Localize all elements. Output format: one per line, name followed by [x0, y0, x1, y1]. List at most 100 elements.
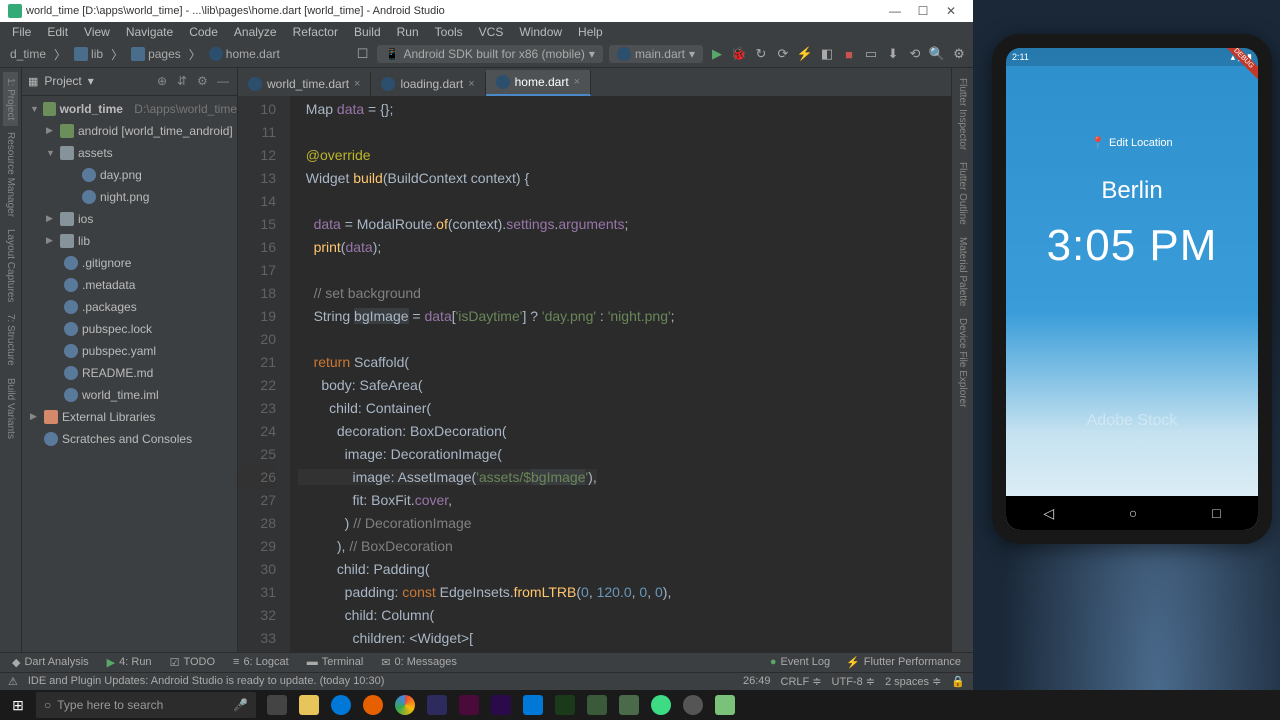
menu-file[interactable]: File	[4, 25, 39, 39]
close-button[interactable]: ✕	[937, 0, 965, 22]
tab-structure[interactable]: 7: Structure	[3, 308, 18, 372]
tree-android[interactable]: ▶android [world_time_android]	[22, 120, 237, 142]
menu-code[interactable]: Code	[181, 25, 226, 39]
task-view-button[interactable]	[262, 690, 292, 720]
home-button[interactable]: ○	[1129, 505, 1137, 521]
menu-analyze[interactable]: Analyze	[226, 25, 285, 39]
search-input[interactable]: ○ Type here to search 🎤	[36, 692, 256, 718]
tab-run[interactable]: ▶4: Run	[99, 656, 160, 669]
tab-home[interactable]: home.dart×	[486, 70, 591, 96]
sync-button[interactable]: ⟲	[907, 46, 923, 62]
stop-button[interactable]: ■	[841, 46, 857, 62]
tab-resource-manager[interactable]: Resource Manager	[3, 126, 18, 223]
profile-button[interactable]: ⟳	[775, 46, 791, 62]
code-editor[interactable]: 1011121314151617181920212223242526272829…	[238, 96, 951, 652]
gear-icon[interactable]: ⚙	[197, 74, 211, 88]
close-icon[interactable]: ×	[468, 78, 474, 90]
tab-flutter-outline[interactable]: Flutter Outline	[955, 156, 970, 231]
breadcrumb-file[interactable]: home.dart	[205, 47, 284, 61]
avd-button[interactable]: ▭	[863, 46, 879, 62]
menu-edit[interactable]: Edit	[39, 25, 76, 39]
tree-ios[interactable]: ▶ios	[22, 208, 237, 230]
debug-button[interactable]: 🐞	[731, 46, 747, 62]
run-config-selector[interactable]: main.dart ▾	[609, 45, 703, 63]
tab-todo[interactable]: ☑TODO	[162, 656, 223, 669]
tree-root[interactable]: ▼world_time D:\apps\world_time	[22, 98, 237, 120]
filter-icon[interactable]: ⚙	[951, 46, 967, 62]
tree-readme[interactable]: README.md	[22, 362, 237, 384]
phone-screen[interactable]: 2:11 ▴ ◢ ▮ 📍 Edit Location Berlin 3:05 P…	[1006, 48, 1258, 530]
project-label[interactable]: Project	[44, 74, 81, 88]
firefox-button[interactable]	[358, 690, 388, 720]
tab-material-palette[interactable]: Material Palette	[955, 231, 970, 312]
recent-button[interactable]: □	[1212, 505, 1220, 521]
coverage-button[interactable]: ↻	[753, 46, 769, 62]
edit-location-button[interactable]: 📍 Edit Location	[1006, 136, 1258, 149]
app-button-3[interactable]	[614, 690, 644, 720]
breadcrumb-root[interactable]: d_time	[6, 47, 50, 61]
tree-pubspec-yaml[interactable]: pubspec.yaml	[22, 340, 237, 362]
tab-world-time[interactable]: world_time.dart×	[238, 72, 371, 96]
breadcrumb-lib[interactable]: lib	[70, 47, 107, 61]
device-selector[interactable]: 📱 Android SDK built for x86 (mobile) ▾	[377, 45, 603, 63]
hot-reload-button[interactable]: ⚡	[797, 46, 813, 62]
xd-button[interactable]	[454, 690, 484, 720]
indent[interactable]: 2 spaces ≑	[885, 675, 941, 688]
tab-flutter-performance[interactable]: ⚡Flutter Performance	[838, 656, 969, 669]
cursor-position[interactable]: 26:49	[743, 675, 771, 688]
menu-vcs[interactable]: VCS	[471, 25, 512, 39]
menu-window[interactable]: Window	[511, 25, 570, 39]
tab-loading[interactable]: loading.dart×	[371, 72, 485, 96]
tab-flutter-inspector[interactable]: Flutter Inspector	[955, 72, 970, 156]
back-button[interactable]: ◁	[1043, 505, 1054, 522]
tab-layout-captures[interactable]: Layout Captures	[3, 223, 18, 308]
minimize-button[interactable]: —	[881, 0, 909, 22]
tree-metadata[interactable]: .metadata	[22, 274, 237, 296]
close-icon[interactable]: ×	[354, 78, 360, 90]
tree-scratches[interactable]: Scratches and Consoles	[22, 428, 237, 450]
tab-build-variants[interactable]: Build Variants	[3, 372, 18, 445]
tab-device-explorer[interactable]: Device File Explorer	[955, 312, 970, 413]
tree-night-png[interactable]: night.png	[22, 186, 237, 208]
tab-project[interactable]: 1: Project	[3, 72, 18, 126]
tab-logcat[interactable]: ≡6: Logcat	[225, 656, 297, 668]
tab-messages[interactable]: ✉0: Messages	[373, 656, 465, 669]
menu-tools[interactable]: Tools	[427, 25, 471, 39]
target-icon[interactable]: ⊕	[157, 74, 171, 88]
menu-view[interactable]: View	[76, 25, 118, 39]
ps-button[interactable]	[422, 690, 452, 720]
tree-lib[interactable]: ▶lib	[22, 230, 237, 252]
tree-pubspec-lock[interactable]: pubspec.lock	[22, 318, 237, 340]
lock-icon[interactable]: 🔒	[951, 675, 965, 688]
emulator-button[interactable]	[710, 690, 740, 720]
explorer-button[interactable]	[294, 690, 324, 720]
search-icon[interactable]: 🔍	[929, 46, 945, 62]
pr-button[interactable]	[486, 690, 516, 720]
menu-navigate[interactable]: Navigate	[118, 25, 181, 39]
line-ending[interactable]: CRLF ≑	[781, 675, 822, 688]
app-button-1[interactable]	[550, 690, 580, 720]
project-tree[interactable]: ▼world_time D:\apps\world_time ▶android …	[22, 96, 237, 452]
hide-icon[interactable]: —	[217, 74, 231, 88]
sdk-button[interactable]: ⬇	[885, 46, 901, 62]
menu-refactor[interactable]: Refactor	[285, 25, 346, 39]
menu-help[interactable]: Help	[570, 25, 611, 39]
breadcrumb-pages[interactable]: pages	[127, 47, 185, 61]
android-studio-button[interactable]	[646, 690, 676, 720]
tab-event-log[interactable]: ●Event Log	[762, 656, 838, 669]
tree-gitignore[interactable]: .gitignore	[22, 252, 237, 274]
app-button-4[interactable]	[678, 690, 708, 720]
tree-iml[interactable]: world_time.iml	[22, 384, 237, 406]
collapse-icon[interactable]: ⇵	[177, 74, 191, 88]
attach-button[interactable]: ◧	[819, 46, 835, 62]
tree-external-libraries[interactable]: ▶External Libraries	[22, 406, 237, 428]
tree-packages[interactable]: .packages	[22, 296, 237, 318]
start-button[interactable]: ⊞	[0, 690, 36, 720]
android-emulator[interactable]: 2:11 ▴ ◢ ▮ 📍 Edit Location Berlin 3:05 P…	[992, 34, 1272, 544]
edge-button[interactable]	[326, 690, 356, 720]
tree-assets[interactable]: ▼assets	[22, 142, 237, 164]
maximize-button[interactable]: ☐	[909, 0, 937, 22]
tree-day-png[interactable]: day.png	[22, 164, 237, 186]
run-button[interactable]: ▶	[709, 46, 725, 62]
menu-run[interactable]: Run	[389, 25, 427, 39]
